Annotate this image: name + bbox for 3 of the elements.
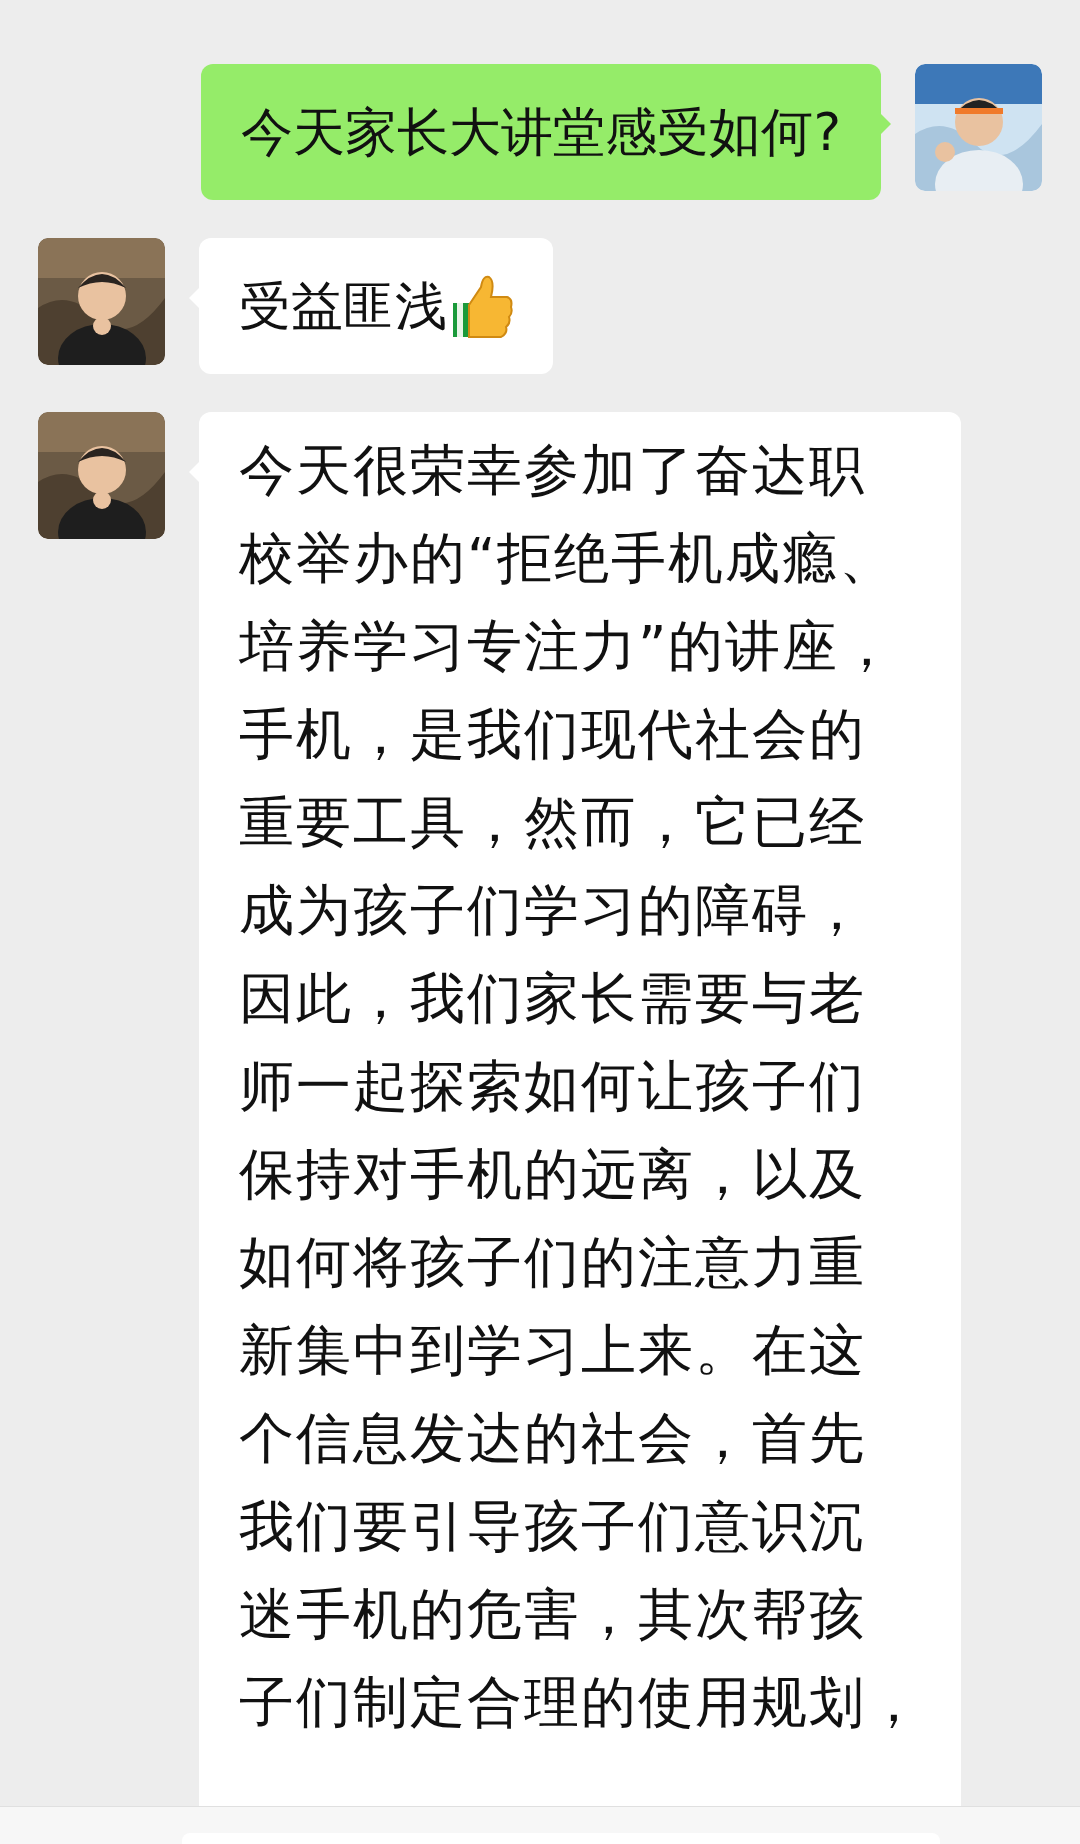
message-text: 今天家长大讲堂感受如何?	[241, 101, 841, 164]
message-text: 受益匪浅	[239, 275, 447, 338]
message-text: 今天很荣幸参加了奋达职 校举办的“拒绝手机成瘾、 培养学习专注力”的讲座， 手机，是我们现代社会的 重要工具，然而，它已经 成为孩子们学习的障碍， 因此，我们家长需要与老 师一起探索如何让孩子们 保持对手机的远离，以及 如何将孩子们的注意力重 新集中到学习上来。在这 个信息发达的社会，首先 我们要引导孩子们意识沉 迷手机的危害，其次帮孩 子们制定合理的使用规划，	[239, 437, 923, 1736]
